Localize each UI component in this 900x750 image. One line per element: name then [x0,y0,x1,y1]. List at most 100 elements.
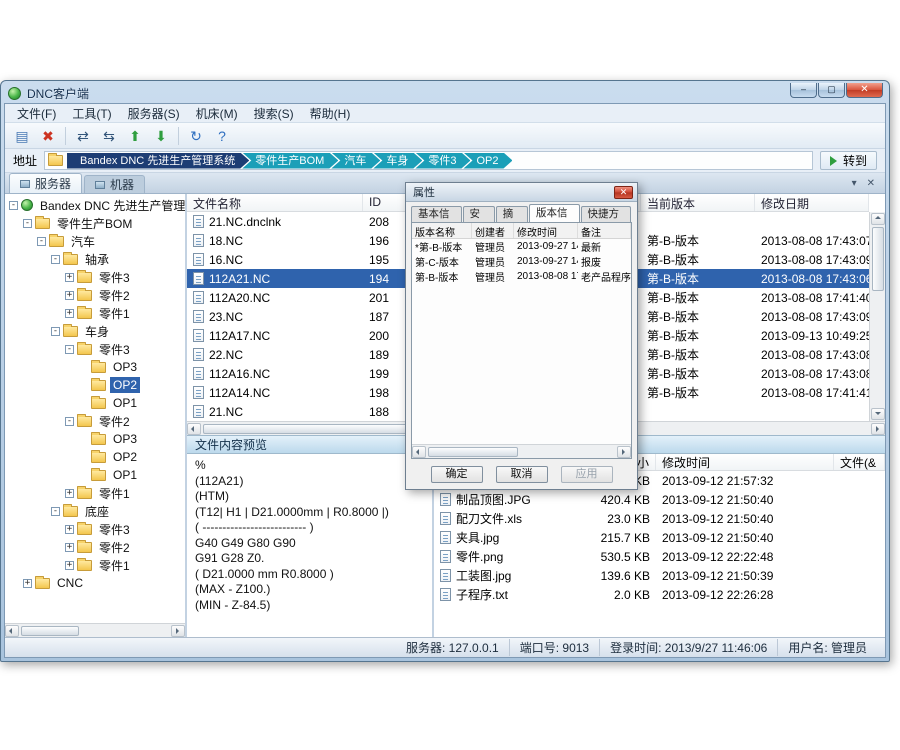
menu-item-2[interactable]: 服务器(S) [120,104,188,123]
scroll-up-icon[interactable] [871,213,885,225]
go-button[interactable]: 转到 [820,151,877,170]
file-column-header-0[interactable]: 文件名称 [187,194,363,211]
scrollbar-thumb[interactable] [428,447,518,457]
tree-item-汽车[interactable]: -汽车 [5,232,185,250]
receive-from-machine-button[interactable]: ⇆ [97,125,121,147]
expand-icon[interactable]: + [23,579,32,588]
attach-column-header-2[interactable]: 修改时间 [656,454,834,470]
attachment-row-零件.png[interactable]: 零件.png530.5 KB2013-09-12 22:22:48 [434,547,885,566]
dialog-tab-版本信息[interactable]: 版本信息 [529,204,580,222]
dialog-tab-基本信息[interactable]: 基本信息 [411,206,462,222]
tree-item-零件2[interactable]: -零件2 [5,412,185,430]
tree-item-零件3[interactable]: +零件3 [5,268,185,286]
breadcrumb-segment-2[interactable]: 汽车 [331,153,380,169]
expand-icon[interactable]: + [65,543,74,552]
collapse-icon[interactable]: - [51,507,60,516]
expand-icon[interactable]: + [65,309,74,318]
attachment-row-制品顶图.JPG[interactable]: 制品顶图.JPG420.4 KB2013-09-12 21:50:40 [434,490,885,509]
send-to-machine-button[interactable]: ⇄ [71,125,95,147]
tree-item-OP3[interactable]: OP3 [5,358,185,376]
minimize-button[interactable]: – [790,83,817,98]
scroll-down-icon[interactable] [871,408,885,420]
collapse-icon[interactable]: - [9,201,18,210]
dialog-version-row-2[interactable]: 第-B-版本管理员2013-08-08 17:…老产品程序 [412,269,631,284]
dialog-column-header-1[interactable]: 创建者 [472,223,514,238]
scroll-left-icon[interactable] [187,423,201,435]
scroll-right-icon[interactable] [171,625,185,637]
breadcrumb-segment-1[interactable]: 零件生产BOM [242,153,338,169]
chevron-down-icon[interactable]: ▾ [852,178,857,189]
file-vertical-scrollbar[interactable] [869,212,885,421]
file-column-header-4[interactable]: 修改日期 [755,194,869,211]
collapse-icon[interactable]: - [51,327,60,336]
tree-item-车身[interactable]: -车身 [5,322,185,340]
cancel-button[interactable]: 取消 [496,466,548,483]
dialog-tab-摘要[interactable]: 摘要 [496,206,528,222]
tree-item-Bandex DNC 先进生产管理系统[interactable]: -Bandex DNC 先进生产管理系统 [5,196,185,214]
scroll-left-icon[interactable] [5,625,19,637]
tree-item-零件2[interactable]: +零件2 [5,286,185,304]
breadcrumb-segment-3[interactable]: 车身 [373,153,422,169]
dialog-column-header-3[interactable]: 备注 [578,223,631,238]
expand-icon[interactable]: + [65,525,74,534]
tree-item-零件3[interactable]: +零件3 [5,520,185,538]
tree-item-CNC[interactable]: +CNC [5,574,185,592]
tree-item-OP3[interactable]: OP3 [5,430,185,448]
maximize-button[interactable]: ▢ [818,83,845,98]
close-button[interactable]: ✕ [846,83,883,98]
menu-item-1[interactable]: 工具(T) [64,104,119,123]
attachment-row-子程序.txt[interactable]: 子程序.txt2.0 KB2013-09-12 22:26:28 [434,585,885,604]
dialog-version-row-0[interactable]: *第-B-版本管理员2013-09-27 14:…最新 [412,239,631,254]
breadcrumb-segment-4[interactable]: 零件3 [415,153,470,169]
tree-item-零件1[interactable]: +零件1 [5,304,185,322]
scrollbar-thumb[interactable] [872,227,884,291]
dialog-column-header-2[interactable]: 修改时间 [514,223,578,238]
file-column-header-3[interactable]: 当前版本 [641,194,755,211]
attachment-row-工装图.jpg[interactable]: 工装图.jpg139.6 KB2013-09-12 21:50:39 [434,566,885,585]
menu-item-0[interactable]: 文件(F) [9,104,64,123]
expand-icon[interactable]: + [65,561,74,570]
collapse-icon[interactable]: - [23,219,32,228]
collapse-icon[interactable]: - [65,345,74,354]
expand-icon[interactable]: + [65,291,74,300]
tree-horizontal-scrollbar[interactable] [5,623,185,637]
tree-item-底座[interactable]: -底座 [5,502,185,520]
tree-item-零件生产BOM[interactable]: -零件生产BOM [5,214,185,232]
attach-column-header-3[interactable]: 文件(& [834,454,885,470]
expand-icon[interactable]: + [65,489,74,498]
tab-close-icon[interactable]: ✕ [867,178,875,189]
tree-item-OP2[interactable]: OP2 [5,376,185,394]
dialog-tab-安全[interactable]: 安全 [463,206,495,222]
dialog-version-row-1[interactable]: 第-C-版本管理员2013-09-27 14:…报废 [412,254,631,269]
tree-item-OP2[interactable]: OP2 [5,448,185,466]
collapse-icon[interactable]: - [51,255,60,264]
tab-服务器[interactable]: 服务器 [9,173,82,193]
tree-item-零件1[interactable]: +零件1 [5,484,185,502]
collapse-icon[interactable]: - [37,237,46,246]
ok-button[interactable]: 确定 [431,466,483,483]
breadcrumb-segment-5[interactable]: OP2 [463,153,512,169]
menu-item-4[interactable]: 搜索(S) [246,104,302,123]
scroll-right-icon[interactable] [617,446,631,458]
tree-item-OP1[interactable]: OP1 [5,394,185,412]
edit-program-button[interactable]: ▤ [10,125,34,147]
tree-item-零件2[interactable]: +零件2 [5,538,185,556]
attachment-row-配刀文件.xls[interactable]: 配刀文件.xls23.0 KB2013-09-12 21:50:40 [434,509,885,528]
breadcrumb-segment-0[interactable]: Bandex DNC 先进生产管理系统 [67,153,249,169]
dialog-horizontal-scrollbar[interactable] [412,444,631,458]
scroll-right-icon[interactable] [871,423,885,435]
expand-icon[interactable]: + [65,273,74,282]
menu-item-5[interactable]: 帮助(H) [302,104,359,123]
delete-button[interactable]: ✖ [36,125,60,147]
help-button[interactable]: ? [210,125,234,147]
collapse-icon[interactable]: - [65,417,74,426]
tree-item-零件3[interactable]: -零件3 [5,340,185,358]
attachment-row-夹具.jpg[interactable]: 夹具.jpg215.7 KB2013-09-12 21:50:40 [434,528,885,547]
download-button[interactable]: ⬇ [149,125,173,147]
tree-item-OP1[interactable]: OP1 [5,466,185,484]
dialog-column-header-0[interactable]: 版本名称 [412,223,472,238]
title-bar[interactable]: DNC客户端 – ▢ ✕ [1,81,889,103]
scroll-left-icon[interactable] [412,446,426,458]
dialog-close-button[interactable]: ✕ [614,186,633,199]
scrollbar-thumb[interactable] [203,424,423,434]
